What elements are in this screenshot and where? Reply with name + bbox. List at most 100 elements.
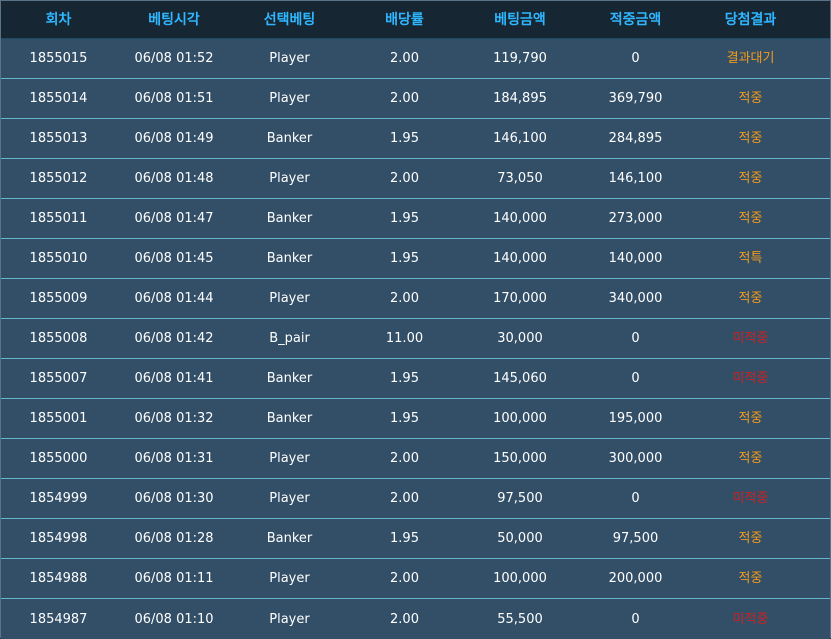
column-header-bet-amount: 베팅금액	[494, 11, 546, 28]
round-cell: 1855014	[29, 91, 88, 106]
win-amount-cell: 300,000	[608, 451, 663, 466]
bet-history-table: 회차 베팅시각 선택베팅 배당률 베팅금액 적중금액 당첨결과 1855015 …	[0, 0, 831, 639]
win-amount-cell: 0	[631, 331, 640, 346]
bet-amount-cell: 73,050	[497, 171, 543, 186]
win-amount-cell: 200,000	[608, 571, 663, 586]
bet-amount-cell: 150,000	[493, 451, 547, 466]
round-cell: 1855010	[29, 251, 88, 266]
odds-cell: 1.95	[390, 251, 419, 266]
selected-bet-cell: Banker	[266, 531, 313, 546]
table-row: 1855010 06/08 01:45 Banker 1.95 140,000 …	[1, 239, 830, 279]
column-header-odds: 배당률	[385, 11, 424, 28]
table-row: 1855009 06/08 01:44 Player 2.00 170,000 …	[1, 279, 830, 319]
bet-time-cell: 06/08 01:47	[134, 211, 214, 226]
bet-amount-cell: 30,000	[497, 331, 543, 346]
odds-cell: 2.00	[390, 91, 419, 106]
selected-bet-cell: B_pair	[269, 331, 310, 346]
odds-cell: 2.00	[390, 491, 419, 506]
win-amount-cell: 0	[631, 491, 640, 506]
selected-bet-cell: Player	[269, 611, 310, 627]
table-row: 1855007 06/08 01:41 Banker 1.95 145,060 …	[1, 359, 830, 399]
table-row: 1855000 06/08 01:31 Player 2.00 150,000 …	[1, 439, 830, 479]
round-cell: 1855007	[29, 371, 88, 386]
result-cell: 미적중	[732, 491, 769, 506]
result-cell: 결과대기	[726, 51, 775, 66]
result-cell: 미적중	[732, 371, 769, 386]
column-header-selected-bet: 선택베팅	[263, 11, 316, 28]
odds-cell: 2.00	[390, 291, 419, 306]
result-cell: 적특	[738, 251, 763, 266]
odds-cell: 1.95	[390, 131, 419, 146]
table-row: 1854987 06/08 01:10 Player 2.00 55,500 0…	[1, 599, 830, 639]
round-cell: 1855012	[29, 171, 88, 186]
selected-bet-cell: Player	[269, 291, 310, 306]
result-cell: 적중	[738, 131, 763, 146]
table-row: 1855014 06/08 01:51 Player 2.00 184,895 …	[1, 79, 830, 119]
table-row: 1855008 06/08 01:42 B_pair 11.00 30,000 …	[1, 319, 830, 359]
odds-cell: 2.00	[390, 171, 419, 186]
odds-cell: 1.95	[390, 531, 419, 546]
result-cell: 미적중	[732, 331, 769, 346]
table-row: 1855012 06/08 01:48 Player 2.00 73,050 1…	[1, 159, 830, 199]
bet-time-cell: 06/08 01:30	[134, 491, 214, 506]
bet-time-cell: 06/08 01:48	[134, 171, 214, 186]
selected-bet-cell: Player	[269, 451, 310, 466]
bet-amount-cell: 184,895	[493, 91, 547, 106]
table-header-row: 회차 베팅시각 선택베팅 배당률 베팅금액 적중금액 당첨결과	[1, 1, 830, 39]
column-header-result: 당첨결과	[724, 11, 777, 28]
odds-cell: 2.00	[390, 571, 419, 586]
bet-amount-cell: 140,000	[493, 211, 547, 226]
odds-cell: 11.00	[385, 331, 424, 346]
round-cell: 1855009	[29, 291, 88, 306]
result-cell: 적중	[738, 91, 763, 106]
odds-cell: 2.00	[390, 51, 419, 66]
selected-bet-cell: Player	[269, 91, 310, 106]
round-cell: 1855015	[29, 51, 88, 66]
bet-time-cell: 06/08 01:31	[134, 451, 214, 466]
table-row: 1855001 06/08 01:32 Banker 1.95 100,000 …	[1, 399, 830, 439]
result-cell: 적중	[738, 291, 763, 306]
selected-bet-cell: Player	[269, 51, 310, 66]
bet-time-cell: 06/08 01:41	[134, 371, 214, 386]
win-amount-cell: 284,895	[608, 131, 663, 146]
round-cell: 1855013	[29, 131, 88, 146]
bet-time-cell: 06/08 01:49	[134, 131, 214, 146]
round-cell: 1855008	[29, 331, 88, 346]
win-amount-cell: 369,790	[608, 91, 663, 106]
selected-bet-cell: Banker	[266, 131, 313, 146]
result-cell: 적중	[738, 171, 763, 186]
result-cell: 적중	[738, 531, 763, 546]
odds-cell: 1.95	[390, 411, 419, 426]
bet-amount-cell: 146,100	[493, 131, 547, 146]
bet-time-cell: 06/08 01:45	[134, 251, 214, 266]
win-amount-cell: 97,500	[612, 531, 659, 546]
result-cell: 적중	[738, 571, 763, 586]
round-cell: 1854987	[29, 611, 88, 627]
table-row: 1854998 06/08 01:28 Banker 1.95 50,000 9…	[1, 519, 830, 559]
win-amount-cell: 140,000	[608, 251, 663, 266]
table-row: 1855013 06/08 01:49 Banker 1.95 146,100 …	[1, 119, 830, 159]
selected-bet-cell: Banker	[266, 411, 313, 426]
bet-time-cell: 06/08 01:32	[134, 411, 214, 426]
bet-time-cell: 06/08 01:52	[134, 51, 214, 66]
bet-amount-cell: 100,000	[493, 411, 547, 426]
round-cell: 1854999	[29, 491, 88, 506]
round-cell: 1855001	[29, 411, 88, 426]
round-cell: 1854998	[29, 531, 88, 546]
win-amount-cell: 0	[631, 611, 640, 627]
column-header-bet-time: 베팅시각	[148, 11, 200, 28]
odds-cell: 1.95	[390, 371, 419, 386]
result-cell: 적중	[738, 411, 763, 426]
bet-time-cell: 06/08 01:28	[134, 531, 214, 546]
column-header-round: 회차	[45, 11, 72, 28]
bet-amount-cell: 100,000	[493, 571, 547, 586]
win-amount-cell: 146,100	[608, 171, 663, 186]
table-row: 1855015 06/08 01:52 Player 2.00 119,790 …	[1, 39, 830, 79]
result-cell: 적중	[738, 211, 763, 226]
bet-amount-cell: 170,000	[493, 291, 547, 306]
odds-cell: 2.00	[390, 611, 419, 627]
odds-cell: 2.00	[390, 451, 419, 466]
bet-time-cell: 06/08 01:51	[134, 91, 214, 106]
column-header-win-amount: 적중금액	[609, 11, 662, 28]
selected-bet-cell: Player	[269, 171, 310, 186]
